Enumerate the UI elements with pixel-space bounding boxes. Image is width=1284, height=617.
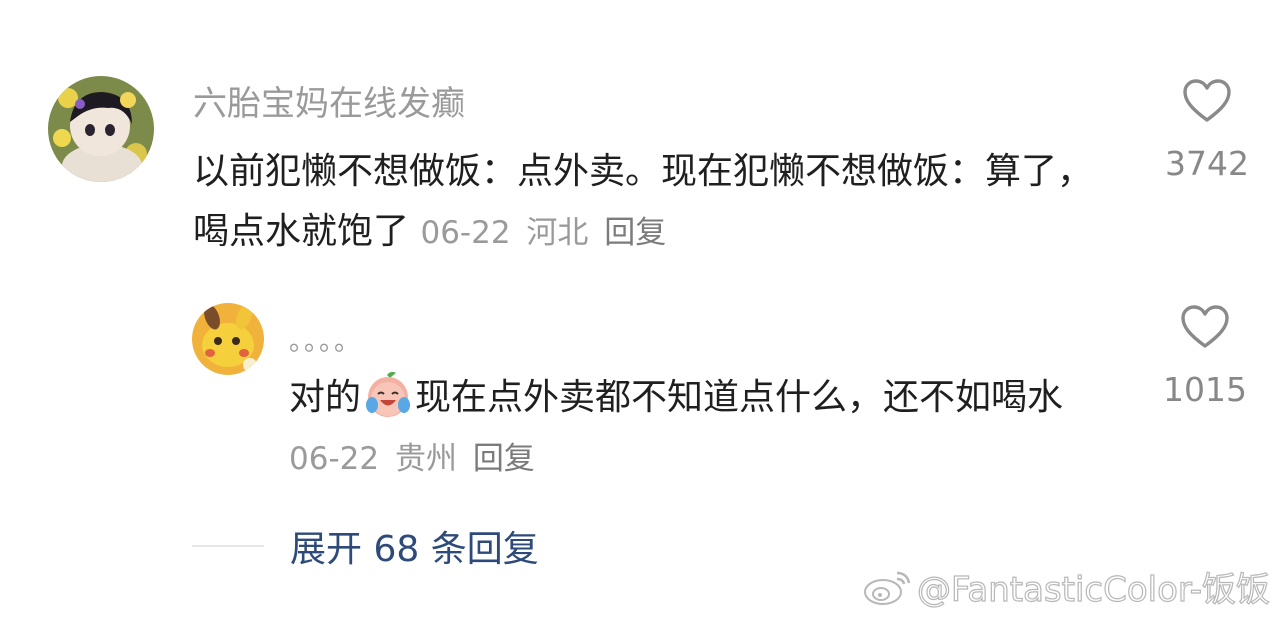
reply-text-part1: 对的: [289, 377, 362, 418]
weibo-logo-icon: [863, 571, 911, 605]
commenter-avatar[interactable]: [48, 76, 154, 182]
reply-location: 贵州: [394, 441, 457, 477]
divider-line: [192, 545, 264, 547]
avatar-image: [48, 76, 154, 182]
comment-like-count: 3742: [1165, 144, 1249, 183]
reply-meta: 06-22 贵州 回复: [289, 441, 541, 477]
reply-date: 06-22: [289, 441, 380, 477]
laughing-crying-peach-emoji: [366, 371, 411, 417]
comment-meta: 06-22 河北 回复: [420, 215, 672, 251]
watermark-text: @FantasticColor-饭饭: [916, 569, 1270, 610]
reply-like-button[interactable]: 1015: [1150, 304, 1260, 409]
expand-replies-link[interactable]: 展开 68 条回复: [290, 520, 539, 572]
replier-username[interactable]: 。。。。: [289, 322, 362, 362]
reply-text-part2: 现在点外卖都不知道点什么，还不如喝水: [415, 377, 1064, 418]
comment-location: 河北: [526, 215, 589, 251]
comment-date: 06-22: [420, 215, 511, 251]
comment-body: 以前犯懒不想做饭：点外卖。现在犯懒不想做饭：算了，喝点水就饱了 06-22 河北…: [193, 142, 1123, 263]
comment-reply-link[interactable]: 回复: [604, 215, 666, 251]
comment-like-button[interactable]: 3742: [1152, 78, 1262, 183]
replier-avatar[interactable]: [192, 303, 264, 375]
commenter-username[interactable]: 六胎宝妈在线发癫: [193, 84, 465, 124]
heart-outline-icon: [1183, 79, 1231, 122]
reply-reply-link[interactable]: 回复: [473, 441, 535, 477]
watermark: @FantasticColor-饭饭: [861, 562, 1271, 611]
reply-like-count: 1015: [1163, 370, 1247, 409]
heart-outline-icon: [1181, 305, 1229, 348]
expand-replies-row[interactable]: 展开 68 条回复: [192, 520, 539, 572]
avatar-image: [192, 303, 264, 375]
reply-body: 对的 现在点外卖都不知道点什么，还不如喝水 06-22 贵州 回复: [289, 368, 1119, 489]
